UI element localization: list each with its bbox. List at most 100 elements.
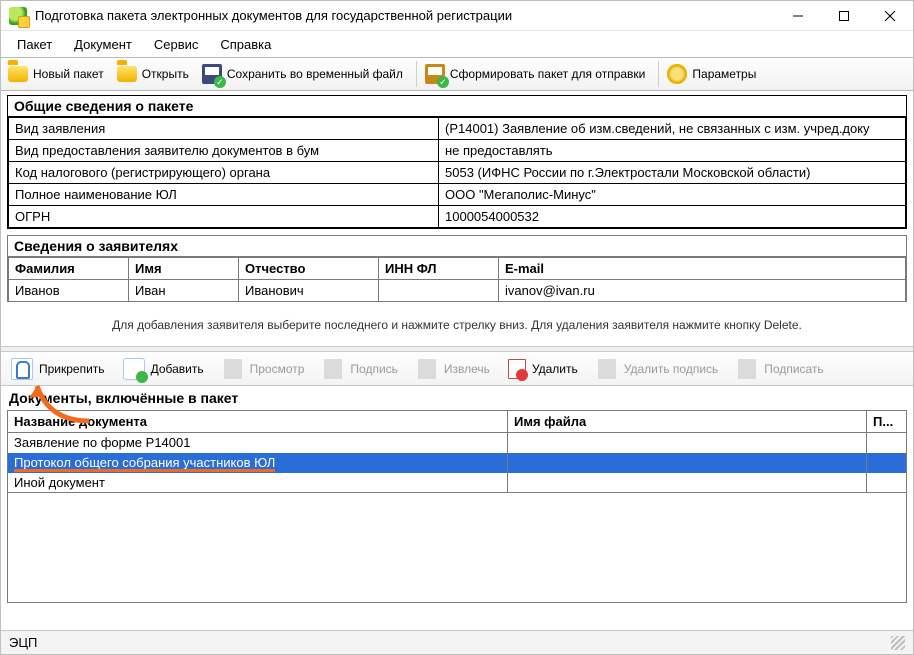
status-right (891, 636, 905, 650)
open-button[interactable]: Открыть (114, 60, 197, 88)
general-header: Общие сведения о пакете (8, 96, 906, 117)
info-label: Вид предоставления заявителю документов … (9, 140, 439, 162)
view-icon (222, 358, 244, 380)
info-value[interactable]: 1000054000532 (439, 206, 906, 228)
view-label: Просмотр (250, 362, 305, 376)
menu-service[interactable]: Сервис (144, 34, 209, 55)
cell-inn[interactable] (379, 280, 499, 302)
statusbar: ЭЦП (1, 630, 913, 654)
info-value[interactable]: не предоставлять (439, 140, 906, 162)
doc-p-cell[interactable] (867, 433, 907, 453)
signature-icon (322, 358, 344, 380)
status-label: ЭЦП (9, 635, 37, 650)
attach-button[interactable]: Прикрепить (7, 355, 115, 383)
delete-signature-icon (596, 358, 618, 380)
extract-label: Извлечь (444, 362, 490, 376)
sign-icon (736, 358, 758, 380)
applicants-table: Фамилия Имя Отчество ИНН ФЛ E-mail Ивано… (8, 257, 906, 302)
doc-row-selected[interactable]: Протокол общего собрания участников ЮЛ (8, 453, 907, 473)
documents-header: Документы, включённые в пакет (7, 386, 907, 410)
cell-firstname[interactable]: Иван (129, 280, 239, 302)
menu-help[interactable]: Справка (210, 34, 281, 55)
documents-section: Документы, включённые в пакет Название д… (7, 386, 907, 603)
applicant-row[interactable]: Иванов Иван Иванович ivanov@ivan.ru (9, 280, 906, 302)
folder-open-icon (116, 63, 138, 85)
info-value[interactable]: 5053 (ИФНС России по г.Электростали Моск… (439, 162, 906, 184)
doc-name-cell[interactable]: Протокол общего собрания участников ЮЛ (8, 453, 508, 473)
col-email[interactable]: E-mail (499, 258, 906, 280)
col-inn[interactable]: ИНН ФЛ (379, 258, 499, 280)
documents-empty-area[interactable] (7, 493, 907, 603)
sign-button[interactable]: Подписать (732, 355, 833, 383)
form-package-label: Сформировать пакет для отправки (450, 67, 646, 81)
menu-package[interactable]: Пакет (7, 34, 62, 55)
app-icon (9, 7, 27, 25)
cell-email[interactable]: ivanov@ivan.ru (499, 280, 906, 302)
folder-icon (7, 63, 29, 85)
cell-lastname[interactable]: Иванов (9, 280, 129, 302)
doc-p-cell[interactable] (867, 453, 907, 473)
toolbar-separator (416, 61, 417, 87)
col-doc-filename[interactable]: Имя файла (508, 411, 867, 433)
close-button[interactable] (867, 1, 913, 31)
info-row: Вид предоставления заявителю документов … (9, 140, 906, 162)
delete-signature-button[interactable]: Удалить подпись (592, 355, 729, 383)
col-patronymic[interactable]: Отчество (239, 258, 379, 280)
minimize-button[interactable] (775, 1, 821, 31)
signature-button[interactable]: Подпись (318, 355, 408, 383)
package-icon: ✓ (424, 63, 446, 85)
params-label: Параметры (692, 67, 756, 81)
doc-row[interactable]: Заявление по форме Р14001 (8, 433, 907, 453)
gear-icon (666, 63, 688, 85)
doc-name-cell[interactable]: Заявление по форме Р14001 (8, 433, 508, 453)
toolbar-separator-2 (658, 61, 659, 87)
doc-file-cell[interactable] (508, 473, 867, 493)
cell-patronymic[interactable]: Иванович (239, 280, 379, 302)
view-button[interactable]: Просмотр (218, 355, 315, 383)
save-icon: ✓ (201, 63, 223, 85)
doc-p-cell[interactable] (867, 473, 907, 493)
doc-row[interactable]: Иной документ (8, 473, 907, 493)
delete-icon (508, 359, 526, 379)
info-row: ОГРН1000054000532 (9, 206, 906, 228)
doc-name-highlight: Протокол общего собрания участников ЮЛ (14, 455, 275, 470)
applicants-header: Сведения о заявителях (8, 236, 906, 257)
info-row: Код налогового (регистрирующего) органа5… (9, 162, 906, 184)
col-lastname[interactable]: Фамилия (9, 258, 129, 280)
window-title: Подготовка пакета электронных документов… (35, 8, 775, 23)
info-row: Вид заявления(Р14001) Заявление об изм.с… (9, 118, 906, 140)
info-value[interactable]: ООО "Мегаполис-Минус" (439, 184, 906, 206)
params-button[interactable]: Параметры (664, 60, 764, 88)
extract-button[interactable]: Извлечь (412, 355, 500, 383)
main-toolbar: Новый пакет Открыть ✓ Сохранить во време… (1, 57, 913, 91)
doc-file-cell[interactable] (508, 453, 867, 473)
col-doc-name[interactable]: Название документа (8, 411, 508, 433)
delete-signature-label: Удалить подпись (624, 362, 719, 376)
save-temp-button[interactable]: ✓ Сохранить во временный файл (199, 60, 411, 88)
add-button[interactable]: Добавить (119, 355, 214, 383)
resize-grip-icon[interactable] (891, 636, 905, 650)
info-label: Вид заявления (9, 118, 439, 140)
extract-icon (416, 358, 438, 380)
documents-toolbar: Прикрепить Добавить Просмотр Подпись Изв… (1, 352, 913, 386)
titlebar: Подготовка пакета электронных документов… (1, 1, 913, 31)
form-package-button[interactable]: ✓ Сформировать пакет для отправки (422, 60, 654, 88)
save-temp-label: Сохранить во временный файл (227, 67, 403, 81)
col-firstname[interactable]: Имя (129, 258, 239, 280)
add-icon (123, 358, 145, 380)
docs-header-row: Название документа Имя файла П... (8, 411, 907, 433)
maximize-button[interactable] (821, 1, 867, 31)
doc-file-cell[interactable] (508, 433, 867, 453)
attach-label: Прикрепить (39, 362, 105, 376)
new-package-button[interactable]: Новый пакет (5, 60, 112, 88)
doc-name-cell[interactable]: Иной документ (8, 473, 508, 493)
window-controls (775, 1, 913, 31)
col-doc-p[interactable]: П... (867, 411, 907, 433)
menu-document[interactable]: Документ (64, 34, 142, 55)
delete-button[interactable]: Удалить (504, 355, 588, 383)
info-value[interactable]: (Р14001) Заявление об изм.сведений, не с… (439, 118, 906, 140)
applicants-panel: Сведения о заявителях Фамилия Имя Отчест… (7, 235, 907, 302)
general-info-table: Вид заявления(Р14001) Заявление об изм.с… (8, 117, 906, 228)
info-label: ОГРН (9, 206, 439, 228)
info-row: Полное наименование ЮЛООО "Мегаполис-Мин… (9, 184, 906, 206)
